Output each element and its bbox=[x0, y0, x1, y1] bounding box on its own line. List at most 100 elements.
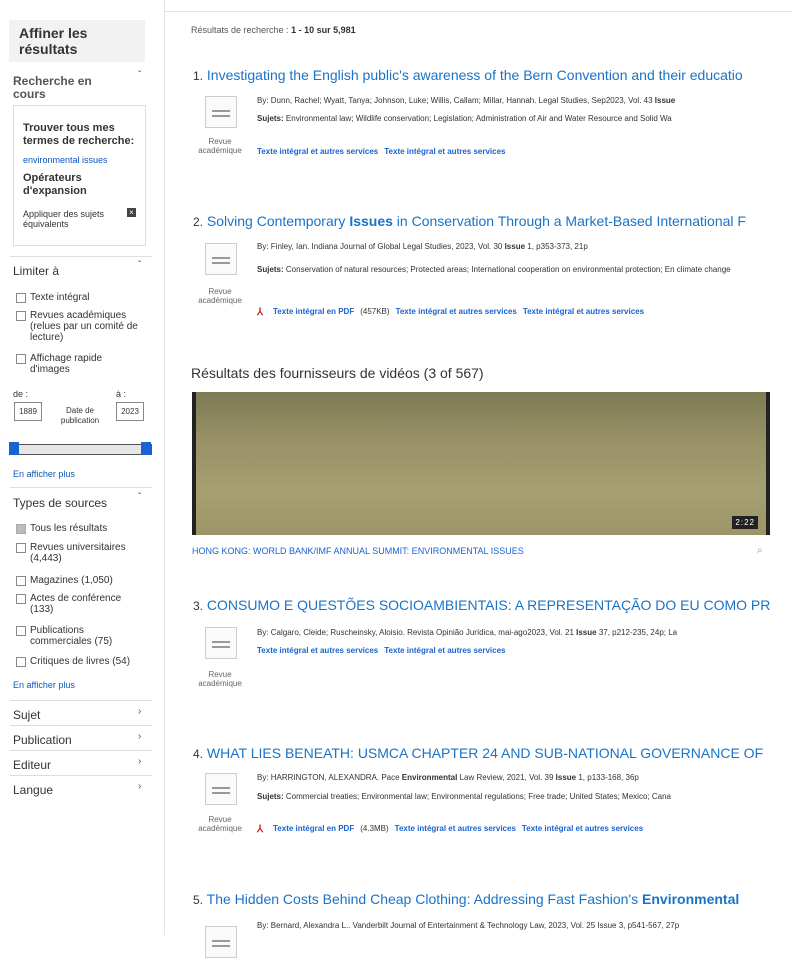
remove-expander-icon[interactable]: × bbox=[127, 208, 136, 217]
chevron-down-icon[interactable]: ˇ bbox=[138, 70, 141, 81]
document-icon[interactable] bbox=[205, 627, 237, 659]
limit-peer-reviewed-label: Revues académiques (relues par un comité… bbox=[30, 310, 138, 343]
issue-label: Issue bbox=[555, 773, 577, 782]
divider bbox=[165, 11, 792, 12]
result-byline-2: By: Finley, Ian. Indiana Journal of Glob… bbox=[257, 242, 588, 251]
pdf-full-text-link[interactable]: Texte intégral en PDF bbox=[273, 824, 354, 833]
source-all-results-label: Tous les résultats bbox=[30, 523, 108, 534]
document-icon[interactable] bbox=[205, 96, 237, 128]
chevron-right-icon[interactable]: › bbox=[138, 731, 141, 742]
result-byline-4: By: HARRINGTON, ALEXANDRA. Pace Environm… bbox=[257, 773, 639, 782]
limit-image-quickview-label: Affichage rapide d'images bbox=[30, 353, 103, 375]
result-title-text[interactable]: The Hidden Costs Behind Cheap Clothing: … bbox=[207, 891, 642, 907]
date-to-input[interactable]: 2023 bbox=[116, 402, 144, 421]
video-duration: 2:22 bbox=[732, 516, 758, 529]
facet-publication[interactable]: Publication bbox=[13, 733, 72, 747]
doc-type-label: Revue académique bbox=[198, 670, 242, 688]
issue-label: Issue bbox=[576, 628, 597, 637]
document-icon[interactable] bbox=[205, 773, 237, 805]
video-thumbnail[interactable]: 2:22 bbox=[192, 392, 770, 535]
refine-header: Affiner les résultats bbox=[9, 20, 145, 62]
divider bbox=[10, 750, 152, 751]
full-text-services-link[interactable]: Texte intégral et autres services bbox=[257, 646, 378, 655]
result-title-5[interactable]: 5. The Hidden Costs Behind Cheap Clothin… bbox=[193, 891, 739, 907]
source-trade-checkbox[interactable] bbox=[16, 626, 26, 636]
full-text-services-link[interactable]: Texte intégral et autres services bbox=[384, 147, 505, 156]
chevron-right-icon[interactable]: › bbox=[138, 756, 141, 767]
result-byline-text: 1, p353-373, 21p bbox=[525, 242, 588, 251]
pdf-size: (4.3MB) bbox=[360, 824, 389, 833]
source-all-results-checkbox[interactable] bbox=[16, 524, 26, 534]
limit-image-quickview-checkbox[interactable] bbox=[16, 354, 26, 364]
source-magazines-label: Magazines (1,050) bbox=[30, 575, 113, 586]
full-text-services-link[interactable]: Texte intégral et autres services bbox=[257, 147, 378, 156]
result-subjects-2: Sujets: Conservation of natural resource… bbox=[257, 265, 792, 275]
result-number: 5. bbox=[193, 893, 204, 907]
chevron-down-icon[interactable]: ˇ bbox=[138, 260, 141, 271]
zoom-icon[interactable]: ⌕ bbox=[757, 545, 763, 556]
document-icon[interactable] bbox=[205, 926, 237, 958]
result-byline-text: 1, p133-168, 36p bbox=[576, 773, 639, 782]
result-subjects-1: Sujets: Environmental law; Wildlife cons… bbox=[257, 114, 672, 123]
date-from-input[interactable]: 1889 bbox=[14, 402, 42, 421]
source-book-reviews-checkbox[interactable] bbox=[16, 657, 26, 667]
result-byline-5: By: Bernard, Alexandra L.. Vanderbilt Jo… bbox=[257, 921, 680, 930]
facet-subject[interactable]: Sujet bbox=[13, 708, 40, 722]
date-slider-min-handle[interactable] bbox=[9, 442, 19, 455]
limit-to-heading[interactable]: Limiter à bbox=[13, 264, 59, 278]
document-icon[interactable] bbox=[205, 243, 237, 275]
source-conference-checkbox[interactable] bbox=[16, 594, 26, 604]
chevron-right-icon[interactable]: › bbox=[138, 706, 141, 717]
pdf-icon[interactable]: ⅄ bbox=[257, 307, 267, 318]
result-byline-text: Law Review, 2021, Vol. 39 bbox=[457, 773, 556, 782]
result-title-text[interactable]: Investigating the English public's aware… bbox=[207, 67, 743, 83]
full-text-services-link[interactable]: Texte intégral et autres services bbox=[522, 824, 643, 833]
refine-sidebar: Affiner les résultats Recherche en cours… bbox=[0, 0, 165, 935]
expanders-label: Opérateurs d'expansion bbox=[23, 172, 87, 197]
facet-language[interactable]: Langue bbox=[13, 783, 53, 797]
source-types-heading[interactable]: Types de sources bbox=[13, 496, 107, 510]
result-title-highlight[interactable]: Environmental bbox=[642, 891, 739, 907]
full-text-services-link[interactable]: Texte intégral et autres services bbox=[395, 824, 516, 833]
result-title-text[interactable]: in Conservation Through a Market-Based I… bbox=[393, 213, 746, 229]
divider bbox=[10, 487, 152, 488]
date-to-label: à : bbox=[116, 389, 127, 399]
result-title-2[interactable]: 2. Solving Contemporary Issues in Conser… bbox=[193, 213, 746, 229]
chevron-down-icon[interactable]: ˇ bbox=[138, 492, 141, 503]
result-title-3[interactable]: 3. CONSUMO E QUESTÕES SOCIOAMBIENTAIS: A… bbox=[193, 597, 770, 613]
full-text-services-link[interactable]: Texte intégral et autres services bbox=[396, 307, 517, 316]
divider bbox=[10, 775, 152, 776]
video-caption-link[interactable]: HONG KONG: WORLD BANK/IMF ANNUAL SUMMIT:… bbox=[192, 546, 524, 556]
results-main: Résultats de recherche : 1 - 10 sur 5,98… bbox=[165, 0, 792, 958]
results-summary-prefix: Résultats de recherche : bbox=[191, 25, 292, 35]
doc-type-label: Revue académique bbox=[198, 137, 242, 155]
source-magazines-checkbox[interactable] bbox=[16, 576, 26, 586]
facet-publisher[interactable]: Editeur bbox=[13, 758, 51, 772]
result-title-text[interactable]: WHAT LIES BENEATH: USMCA CHAPTER 24 AND … bbox=[207, 745, 763, 761]
current-search-heading[interactable]: Recherche en cours bbox=[13, 75, 113, 101]
date-slider-track[interactable] bbox=[11, 444, 152, 455]
full-text-services-link[interactable]: Texte intégral et autres services bbox=[523, 307, 644, 316]
result-links-3: Texte intégral et autres services Texte i… bbox=[257, 646, 512, 655]
result-byline-highlight: Environmental bbox=[401, 773, 458, 782]
limit-full-text-label: Texte intégral bbox=[30, 292, 90, 303]
limit-peer-reviewed-checkbox[interactable] bbox=[16, 311, 26, 321]
search-term-link[interactable]: environmental issues bbox=[23, 155, 108, 165]
show-more-limits-link[interactable]: En afficher plus bbox=[13, 469, 75, 479]
pdf-full-text-link[interactable]: Texte intégral en PDF bbox=[273, 307, 354, 316]
full-text-services-link[interactable]: Texte intégral et autres services bbox=[384, 646, 505, 655]
result-title-text[interactable]: Solving Contemporary bbox=[207, 213, 349, 229]
date-slider-max-handle[interactable] bbox=[141, 442, 151, 455]
subjects-label: Sujets: bbox=[257, 114, 286, 123]
result-byline-text: By: HARRINGTON, ALEXANDRA. Pace bbox=[257, 773, 402, 782]
chevron-right-icon[interactable]: › bbox=[138, 781, 141, 792]
result-title-highlight[interactable]: Issues bbox=[349, 213, 393, 229]
result-title-4[interactable]: 4. WHAT LIES BENEATH: USMCA CHAPTER 24 A… bbox=[193, 745, 763, 761]
result-title-text[interactable]: CONSUMO E QUESTÕES SOCIOAMBIENTAIS: A RE… bbox=[207, 597, 770, 613]
result-title-1[interactable]: 1. Investigating the English public's aw… bbox=[193, 67, 743, 83]
pdf-icon[interactable]: ⅄ bbox=[257, 824, 267, 835]
result-byline-text: By: Calgaro, Cleide; Ruscheinsky, Aloisi… bbox=[257, 628, 577, 637]
source-journals-checkbox[interactable] bbox=[16, 543, 26, 553]
limit-full-text-checkbox[interactable] bbox=[16, 293, 26, 303]
show-more-sources-link[interactable]: En afficher plus bbox=[13, 680, 75, 690]
